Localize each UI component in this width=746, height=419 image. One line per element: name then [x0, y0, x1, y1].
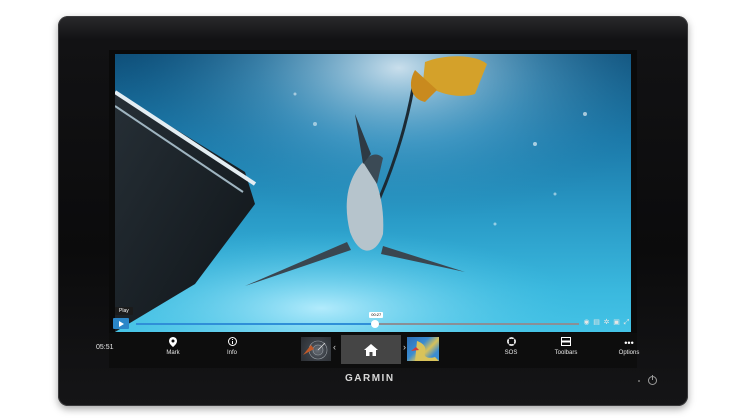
sos-label: SOS — [504, 350, 518, 356]
chevron-left-icon[interactable]: ‹ — [333, 343, 336, 352]
video-feed[interactable] — [115, 54, 631, 332]
settings-icon[interactable]: ✲ — [603, 319, 610, 326]
chart-page-thumbnail[interactable] — [407, 337, 439, 361]
sos-button[interactable]: SOS — [491, 337, 531, 365]
info-label: Info — [226, 350, 237, 356]
status-led — [638, 380, 640, 382]
lifebuoy-icon — [491, 337, 531, 349]
options-button[interactable]: ••• Options — [609, 337, 649, 365]
play-tooltip: Play — [115, 307, 133, 315]
chevron-right-icon[interactable]: › — [403, 343, 406, 352]
toolbars-label: Toolbars — [554, 350, 578, 356]
home-icon — [364, 343, 378, 356]
mark-label: Mark — [166, 350, 180, 356]
fullscreen-icon[interactable]: ⤢ — [623, 319, 630, 326]
info-button[interactable]: Info — [212, 337, 252, 365]
play-icon — [118, 320, 124, 327]
radar-page-thumbnail[interactable] — [301, 337, 331, 361]
brand-logo: GARMIN — [345, 373, 395, 384]
mark-button[interactable]: Mark — [153, 337, 193, 365]
video-progress-bar[interactable]: 00:27 — [136, 312, 579, 328]
display-screen: Play 00:27 ◉ ▤ ✲ ▣ ⤢ 05:51 Mark Info ‹ ›… — [96, 50, 639, 368]
clock: 05:51 — [96, 344, 114, 351]
video-toolbar: ◉ ▤ ✲ ▣ ⤢ — [583, 319, 630, 326]
more-dots-icon: ••• — [624, 338, 634, 348]
record-icon[interactable]: ◉ — [583, 319, 590, 326]
toolbars-button[interactable]: Toolbars — [546, 337, 586, 365]
window-icon[interactable]: ▣ — [613, 319, 620, 326]
toolbars-icon — [546, 337, 586, 349]
info-icon — [212, 337, 252, 349]
play-button[interactable] — [113, 318, 129, 329]
map-pin-icon — [153, 337, 193, 349]
underwater-video-frame — [115, 54, 631, 332]
options-label: Options — [618, 350, 640, 356]
playback-position-label: 00:27 — [369, 312, 384, 318]
progress-fill — [136, 323, 376, 325]
playlist-icon[interactable]: ▤ — [593, 319, 600, 326]
bottom-toolbar: 05:51 Mark Info ‹ › SOS Toolbars ••• Opt… — [96, 333, 639, 368]
radar-icon — [303, 340, 328, 360]
nautical-chart-icon — [411, 341, 439, 361]
power-icon[interactable] — [648, 375, 657, 385]
home-button[interactable] — [341, 335, 401, 364]
